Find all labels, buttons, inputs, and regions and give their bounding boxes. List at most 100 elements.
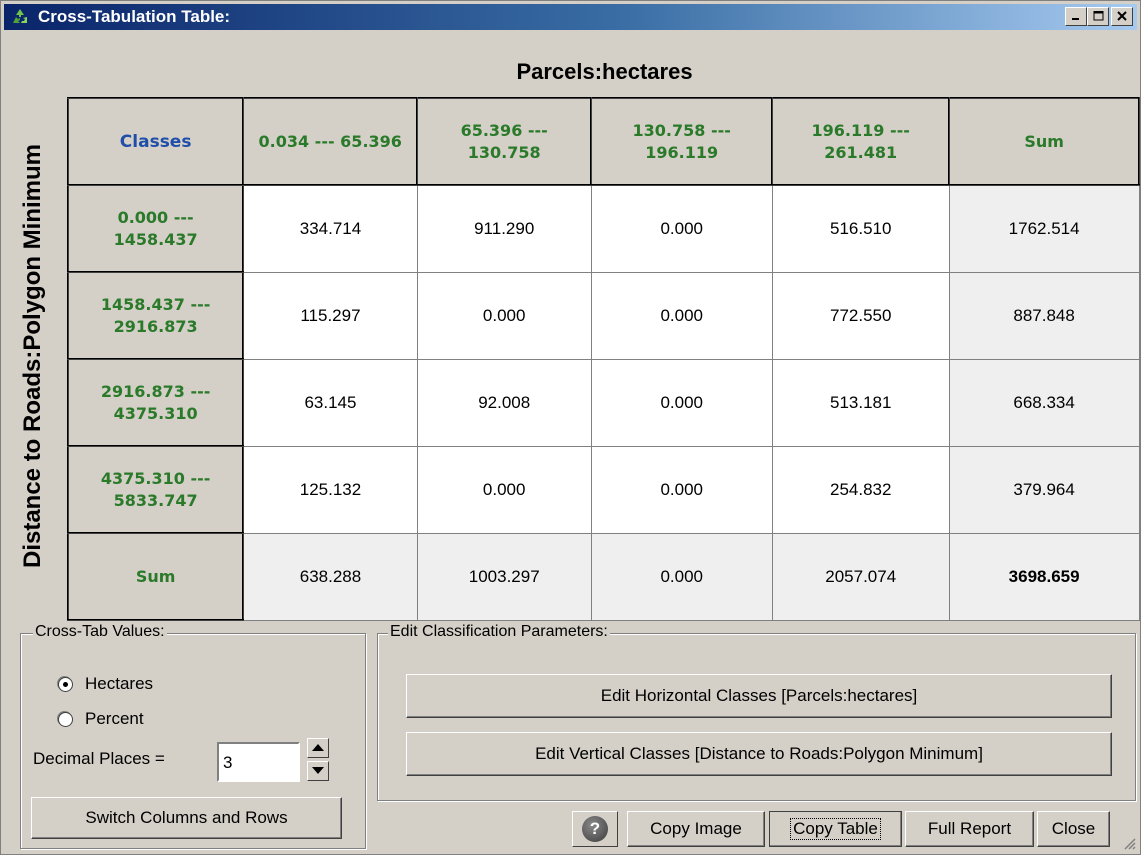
close-button[interactable]: Close [1037,811,1110,847]
sum-cell: 638.288 [242,532,418,621]
table-cell: 125.132 [242,445,418,534]
column-class-header: 196.119 --- 261.481 [771,97,951,186]
horizontal-axis-title: Parcels:hectares [516,59,693,84]
column-class-header-line: 0.034 --- 65.396 [258,131,402,151]
table-cell: 92.008 [416,358,592,447]
table-row: 2916.873 --- 4375.310 63.145 92.008 0.000 513… [66,358,1140,447]
crosstab-values-legend: Cross-Tab Values: [33,623,167,641]
table-cell: 0.000 [416,271,592,360]
column-class-header: 65.396 --- 130.758 [416,97,593,186]
radio-hectares-indicator[interactable] [58,676,73,692]
classes-corner-header: Classes [66,97,245,186]
sum-cell: 1762.514 [948,184,1140,273]
copy-image-label: Copy Image [650,819,742,838]
sum-column-header: Sum [948,97,1140,186]
decimal-up-button[interactable] [307,738,329,758]
resize-grip-icon[interactable] [1122,836,1136,850]
row-class-header: 4375.310 --- 5833.747 [66,445,245,534]
row-class-header-line: 1458.437 [113,229,198,249]
radio-percent-label: Percent [85,709,144,728]
switch-columns-rows-label: Switch Columns and Rows [85,808,288,827]
table-cell: 0.000 [590,358,773,447]
edit-horizontal-classes-button[interactable]: Edit Horizontal Classes [Parcels:hectare… [406,674,1112,718]
row-class-header-line: 2916.873 --- [100,381,211,401]
minimize-icon [1072,18,1079,20]
down-arrow-icon [312,767,324,774]
column-class-header: 130.758 --- 196.119 [590,97,774,186]
minimize-button[interactable] [1065,7,1087,26]
row-class-header: 1458.437 --- 2916.873 [66,271,245,360]
sum-cell: 887.848 [948,271,1140,360]
close-window-button[interactable] [1111,7,1133,26]
copy-table-button[interactable]: Copy Table [769,811,902,847]
help-icon: ? [582,816,608,842]
sum-row-header-line: Sum [135,566,176,586]
table-row: 1458.437 --- 2916.873 115.297 0.000 0.000 772… [66,271,1140,360]
edit-vertical-classes-label: Edit Vertical Classes [Distance to Roads… [535,744,983,763]
table-row: 0.000 --- 1458.437 334.714 911.290 0.000 516.… [66,184,1140,273]
column-class-header-line: 196.119 --- [811,120,910,140]
vertical-axis-title-text: Distance to Roads:Polygon Minimum [19,144,46,568]
cross-tab-window: Cross-Tabulation Table: Parcels:hectares… [0,0,1141,855]
copy-image-button[interactable]: Copy Image [627,811,765,847]
row-class-header-line: 0.000 --- [117,207,194,227]
maximize-button[interactable] [1087,7,1109,26]
grand-total-cell: 3698.659 [948,532,1140,621]
window-title: Cross-Tabulation Table: [38,7,231,26]
row-class-header: 0.000 --- 1458.437 [66,184,245,273]
table-cell: 911.290 [416,184,592,273]
decimal-down-button[interactable] [307,761,329,781]
sum-cell: 379.964 [948,445,1140,534]
table-cell: 516.510 [771,184,950,273]
column-class-header-line: 65.396 --- [460,120,548,140]
column-class-header-line: 130.758 [467,142,541,162]
sum-row-header: Sum [66,532,245,621]
table-cell: 0.000 [590,445,773,534]
table-cell: 254.832 [771,445,950,534]
column-class-header-line: 130.758 --- [632,120,731,140]
switch-columns-rows-button[interactable]: Switch Columns and Rows [31,797,342,839]
close-icon [1117,11,1127,21]
sum-cell: 668.334 [948,358,1140,447]
row-class-header: 2916.873 --- 4375.310 [66,358,245,447]
radio-hectares-label: Hectares [85,674,154,693]
radio-percent-indicator[interactable] [58,711,73,727]
table-cell: 115.297 [242,271,418,360]
sum-row: Sum 638.288 1003.297 0.000 2057.074 3698.659 [66,532,1140,621]
column-class-header-line: 261.481 [824,142,898,162]
decimal-places-label: Decimal Places = [33,749,165,768]
table-cell: 0.000 [416,445,592,534]
row-class-header-line: 5833.747 [113,490,198,510]
row-class-header-line: 1458.437 --- [100,294,211,314]
table-cell: 772.550 [771,271,950,360]
cross-tab-table: Classes 0.034 --- 65.396 65.396 --- 130.758… [66,97,1140,621]
radio-percent[interactable]: Percent [58,709,144,729]
sum-cell: 0.000 [590,532,773,621]
copy-table-label: Copy Table [790,818,881,840]
edit-classification-legend: Edit Classification Parameters: [388,623,610,641]
table-cell: 63.145 [242,358,418,447]
row-class-header-line: 2916.873 [113,316,198,336]
table-cell: 0.000 [590,271,773,360]
sum-column-header-line: Sum [1024,131,1064,151]
table-header-row: Classes 0.034 --- 65.396 65.396 --- 130.758… [66,97,1140,186]
row-class-header-line: 4375.310 [113,403,198,423]
table-cell: 334.714 [242,184,418,273]
full-report-label: Full Report [927,819,1012,838]
full-report-button[interactable]: Full Report [905,811,1034,847]
edit-vertical-classes-button[interactable]: Edit Vertical Classes [Distance to Roads… [406,732,1112,776]
column-class-header: 0.034 --- 65.396 [242,97,419,186]
title-bar[interactable]: Cross-Tabulation Table: [4,4,1137,30]
up-arrow-icon [312,744,324,751]
app-recycle-icon [13,9,27,23]
sum-cell: 1003.297 [416,532,592,621]
maximize-icon [1093,11,1103,21]
close-label: Close [1051,819,1096,838]
help-button[interactable]: ? [572,811,618,847]
column-class-header-line: 196.119 [645,142,719,162]
vertical-axis-title: Distance to Roads:Polygon Minimum [9,96,49,616]
table-cell: 513.181 [771,358,950,447]
table-row: 4375.310 --- 5833.747 125.132 0.000 0.000 254… [66,445,1140,534]
decimal-places-input[interactable]: 3 [217,742,300,782]
radio-hectares[interactable]: Hectares [58,674,153,694]
